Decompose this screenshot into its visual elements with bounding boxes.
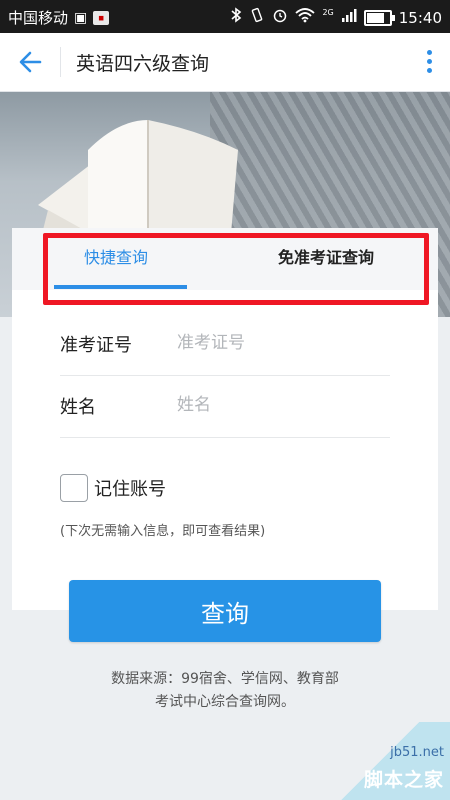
data-source-note: 数据来源：99宿舍、学信网、教育部 考试中心综合查询网。 [0, 668, 450, 714]
carrier-label: 中国移动 [8, 9, 69, 27]
tab-bar: 快捷查询 免准考证查询 [12, 228, 438, 290]
network-label: 2G [322, 8, 334, 17]
name-input[interactable] [177, 391, 382, 419]
query-button[interactable]: 查询 [69, 580, 381, 642]
remember-hint: (下次无需输入信息，即可查看结果) [60, 524, 266, 539]
ticket-number-label: 准考证号 [60, 335, 132, 356]
tab-quick-query[interactable]: 快捷查询 [84, 244, 148, 268]
back-button[interactable] [14, 46, 50, 78]
app-bar: 英语四六级查询 [0, 33, 450, 92]
data-source-line-1: 数据来源：99宿舍、学信网、教育部 [111, 671, 339, 687]
bluetooth-icon [230, 7, 242, 28]
clock-time: 15:40 [398, 8, 442, 27]
remember-account-row[interactable]: 记住账号 [60, 474, 166, 502]
more-vertical-icon [422, 50, 436, 73]
battery-icon [363, 9, 395, 26]
ticket-number-row: 准考证号 [60, 313, 390, 376]
title-divider [60, 47, 61, 77]
remember-label: 记住账号 [94, 479, 166, 500]
arrow-left-icon [19, 51, 42, 73]
watermark-url: jb51.net [390, 745, 444, 760]
ticket-number-input[interactable] [177, 329, 382, 357]
name-row: 姓名 [60, 375, 390, 438]
query-form-card: 快捷查询 免准考证查询 准考证号 姓名 记住账号 (下次无需输入信息，即可查看结… [12, 228, 438, 610]
tab-no-ticket-query[interactable]: 免准考证查询 [278, 244, 374, 268]
wifi-icon [295, 7, 316, 28]
vibrate-icon [249, 7, 265, 28]
remember-checkbox[interactable] [60, 474, 88, 502]
more-options-button[interactable] [422, 46, 436, 78]
watermark-brand: 脚本之家 [363, 769, 444, 791]
active-tab-indicator [54, 285, 187, 289]
alarm-icon [272, 7, 288, 28]
data-source-line-2: 考试中心综合查询网。 [155, 694, 295, 710]
name-label: 姓名 [60, 397, 96, 418]
status-bar: 中国移动 ▣ ◼ 2G 15:40 [0, 0, 450, 33]
signal-icon [341, 7, 357, 28]
page-title: 英语四六级查询 [76, 53, 210, 75]
app-badge-icon: ◼ [93, 10, 110, 25]
sim-icon: ▣ [74, 9, 88, 26]
